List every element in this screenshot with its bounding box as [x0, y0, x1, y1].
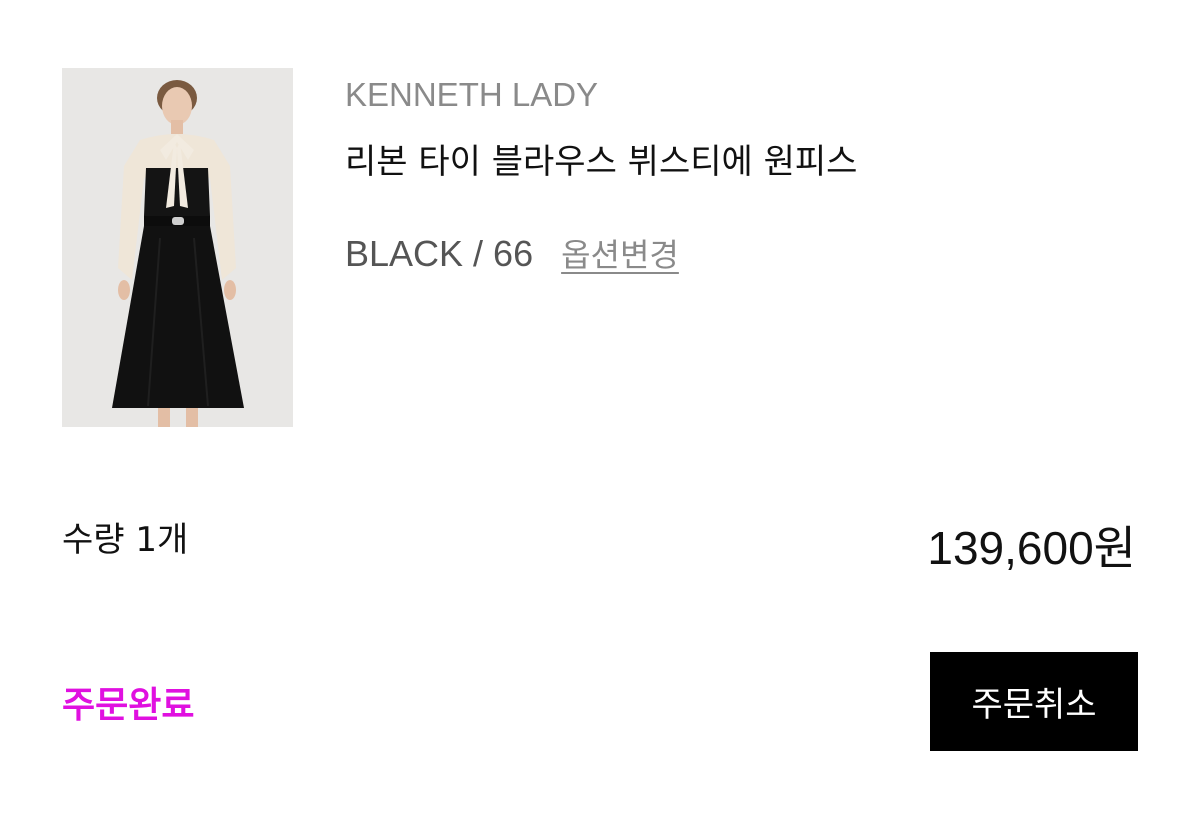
order-status: 주문완료	[62, 685, 195, 726]
product-name[interactable]: 리본 타이 블라우스 뷔스티에 원피스	[345, 134, 857, 183]
dress-photo	[62, 68, 293, 427]
option-change-link[interactable]: 옵션변경	[561, 230, 679, 276]
price: 139,600원	[927, 522, 1136, 574]
product-thumbnail[interactable]	[62, 68, 293, 427]
cancel-order-button[interactable]: 주문취소	[930, 652, 1138, 751]
selected-option: BLACK / 66	[345, 233, 534, 274]
option-row: BLACK / 66 옵션변경	[345, 230, 679, 276]
brand-name: KENNETH LADY	[345, 76, 599, 113]
quantity-label: 수량 1개	[62, 520, 189, 560]
